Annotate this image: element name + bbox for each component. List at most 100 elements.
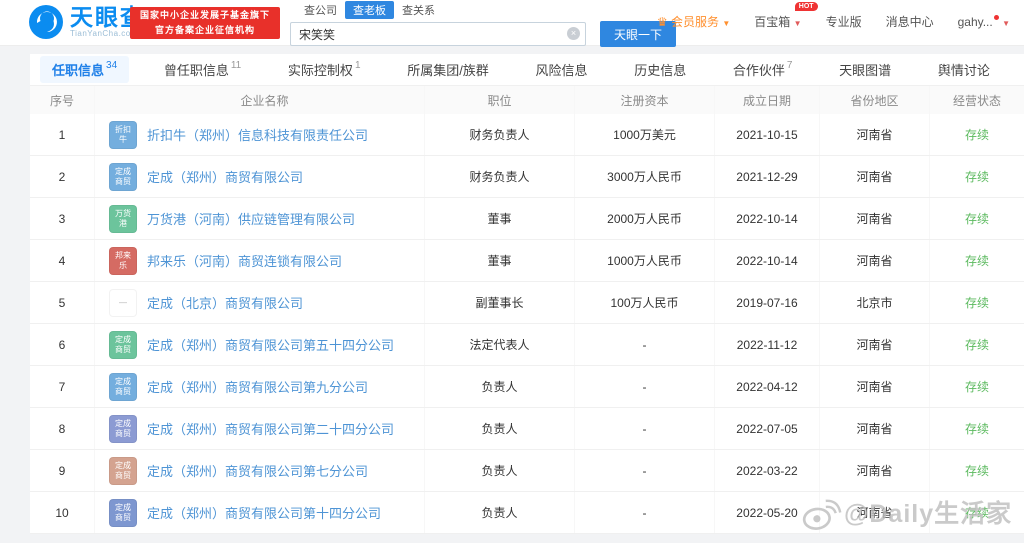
- position-cell: 负责人: [425, 408, 575, 449]
- date-cell: 2021-12-29: [715, 156, 820, 197]
- company-logo: —: [109, 288, 137, 317]
- position-cell: 财务负责人: [425, 114, 575, 155]
- status-badge: 存续: [964, 422, 989, 436]
- region-cell: 河南省: [820, 240, 930, 281]
- table-row: 7 定成商贸 定成（郑州）商贸有限公司第九分公司 负责人 - 2022-04-1…: [30, 366, 1024, 408]
- top-nav: ♛ 会员服务 ▼ 百宝箱 ▼ HOT 专业版 消息中心 gahy... ▼: [657, 2, 1010, 30]
- tab-public-opinion[interactable]: 舆情讨论: [926, 56, 1002, 83]
- status-badge: 存续: [964, 506, 989, 520]
- row-number: 8: [30, 408, 95, 449]
- row-number: 4: [30, 240, 95, 281]
- company-logo: 定成商贸: [109, 372, 137, 401]
- company-cell: 万货港 万货港（河南）供应链管理有限公司: [95, 198, 425, 239]
- col-position: 职位: [425, 86, 575, 114]
- company-cell: 定成商贸 定成（郑州）商贸有限公司: [95, 156, 425, 197]
- row-number: 1: [30, 114, 95, 155]
- table-row: 5 — 定成（北京）商贸有限公司 副董事长 100万人民币 2019-07-16…: [30, 282, 1024, 324]
- table-row: 2 定成商贸 定成（郑州）商贸有限公司 财务负责人 3000万人民币 2021-…: [30, 156, 1024, 198]
- search-tab-boss[interactable]: 查老板: [345, 1, 394, 19]
- company-link[interactable]: 万货港（河南）供应链管理有限公司: [147, 209, 355, 228]
- row-number: 10: [30, 492, 95, 533]
- status-badge: 存续: [964, 254, 989, 268]
- table-row: 4 邦来乐 邦来乐（河南）商贸连锁有限公司 董事 1000万人民币 2022-1…: [30, 240, 1024, 282]
- company-link[interactable]: 定成（郑州）商贸有限公司: [147, 167, 303, 186]
- company-cell: 定成商贸 定成（郑州）商贸有限公司第二十四分公司: [95, 408, 425, 449]
- search-input[interactable]: [290, 22, 586, 46]
- search-type-tabs: 查公司 查老板 查关系: [296, 1, 676, 19]
- company-logo: 定成商贸: [109, 330, 137, 359]
- col-company: 企业名称: [95, 86, 425, 114]
- row-number: 3: [30, 198, 95, 239]
- row-number: 7: [30, 366, 95, 407]
- capital-cell: -: [575, 366, 715, 407]
- position-cell: 董事: [425, 240, 575, 281]
- user-account-menu[interactable]: gahy... ▼: [958, 14, 1010, 29]
- capital-cell: 1000万人民币: [575, 240, 715, 281]
- status-badge: 存续: [964, 296, 989, 310]
- badge-line1: 国家中小企业发展子基金旗下: [139, 10, 270, 20]
- company-link[interactable]: 定成（郑州）商贸有限公司第七分公司: [147, 461, 368, 480]
- tab-history-info[interactable]: 历史信息: [622, 56, 698, 83]
- row-number: 2: [30, 156, 95, 197]
- col-index: 序号: [30, 86, 95, 114]
- company-link[interactable]: 定成（北京）商贸有限公司: [147, 293, 303, 312]
- tab-graph[interactable]: 天眼图谱: [827, 56, 903, 83]
- company-link[interactable]: 折扣牛（郑州）信息科技有限责任公司: [147, 125, 368, 144]
- status-badge: 存续: [964, 128, 989, 142]
- date-cell: 2022-11-12: [715, 324, 820, 365]
- region-cell: 河南省: [820, 198, 930, 239]
- table-row: 10 定成商贸 定成（郑州）商贸有限公司第十四分公司 负责人 - 2022-05…: [30, 492, 1024, 534]
- chevron-down-icon: ▼: [1002, 18, 1010, 28]
- capital-cell: 1000万美元: [575, 114, 715, 155]
- message-center-link[interactable]: 消息中心: [886, 13, 934, 30]
- gov-certification-badge: 国家中小企业发展子基金旗下 官方备案企业征信机构: [130, 7, 280, 39]
- tab-risk-info[interactable]: 风险信息: [524, 56, 600, 83]
- company-link[interactable]: 邦来乐（河南）商贸连锁有限公司: [147, 251, 342, 270]
- search-tab-relation[interactable]: 查关系: [394, 1, 443, 19]
- toolbox-menu[interactable]: 百宝箱 ▼ HOT: [754, 2, 818, 30]
- capital-cell: 2000万人民币: [575, 198, 715, 239]
- capital-cell: -: [575, 324, 715, 365]
- col-status: 经营状态: [952, 93, 1001, 108]
- company-logo: 折扣牛: [109, 120, 137, 149]
- search-tab-company[interactable]: 查公司: [296, 1, 345, 19]
- capital-cell: -: [575, 492, 715, 533]
- company-cell: — 定成（北京）商贸有限公司: [95, 282, 425, 323]
- company-cell: 折扣牛 折扣牛（郑州）信息科技有限责任公司: [95, 114, 425, 155]
- table-row: 8 定成商贸 定成（郑州）商贸有限公司第二十四分公司 负责人 - 2022-07…: [30, 408, 1024, 450]
- date-cell: 2022-10-14: [715, 198, 820, 239]
- company-logo: 邦来乐: [109, 246, 137, 275]
- region-cell: 北京市: [820, 282, 930, 323]
- tianyancha-logo[interactable]: 天眼查 TianYanCha.com: [28, 4, 145, 40]
- position-cell: 董事: [425, 198, 575, 239]
- clear-search-icon[interactable]: ×: [567, 27, 580, 40]
- status-badge: 存续: [964, 170, 989, 184]
- table-row: 6 定成商贸 定成（郑州）商贸有限公司第五十四分公司 法定代表人 - 2022-…: [30, 324, 1024, 366]
- company-link[interactable]: 定成（郑州）商贸有限公司第九分公司: [147, 377, 368, 396]
- company-link[interactable]: 定成（郑州）商贸有限公司第五十四分公司: [147, 335, 394, 354]
- company-link[interactable]: 定成（郑州）商贸有限公司第十四分公司: [147, 503, 381, 522]
- company-link[interactable]: 定成（郑州）商贸有限公司第二十四分公司: [147, 419, 394, 438]
- tab-former-positions[interactable]: 曾任职信息 11: [152, 56, 253, 83]
- company-cell: 定成商贸 定成（郑州）商贸有限公司第九分公司: [95, 366, 425, 407]
- status-badge: 存续: [964, 380, 989, 394]
- company-cell: 定成商贸 定成（郑州）商贸有限公司第十四分公司: [95, 492, 425, 533]
- tab-partners[interactable]: 合作伙伴 7: [721, 56, 805, 83]
- tab-group[interactable]: 所属集团/族群: [395, 56, 501, 83]
- company-cell: 定成商贸 定成（郑州）商贸有限公司第五十四分公司: [95, 324, 425, 365]
- table-row: 9 定成商贸 定成（郑州）商贸有限公司第七分公司 负责人 - 2022-03-2…: [30, 450, 1024, 492]
- pro-version-link[interactable]: 专业版: [826, 13, 862, 30]
- profile-panel: 任职信息 34 曾任职信息 11 实际控制权 1 所属集团/族群 风险信息 历史信息 …: [30, 54, 1024, 534]
- row-number: 5: [30, 282, 95, 323]
- position-cell: 负责人: [425, 366, 575, 407]
- capital-cell: -: [575, 408, 715, 449]
- tab-actual-control[interactable]: 实际控制权 1: [276, 56, 373, 83]
- top-header: 天眼查 TianYanCha.com 国家中小企业发展子基金旗下 官方备案企业征…: [0, 0, 1024, 47]
- status-badge: 存续: [964, 338, 989, 352]
- tab-positions[interactable]: 任职信息 34: [40, 56, 130, 83]
- company-cell: 邦来乐 邦来乐（河南）商贸连锁有限公司: [95, 240, 425, 281]
- row-number: 6: [30, 324, 95, 365]
- hot-badge: HOT: [794, 2, 818, 11]
- col-date: 成立日期: [715, 86, 820, 114]
- vip-services-menu[interactable]: ♛ 会员服务 ▼: [657, 13, 730, 30]
